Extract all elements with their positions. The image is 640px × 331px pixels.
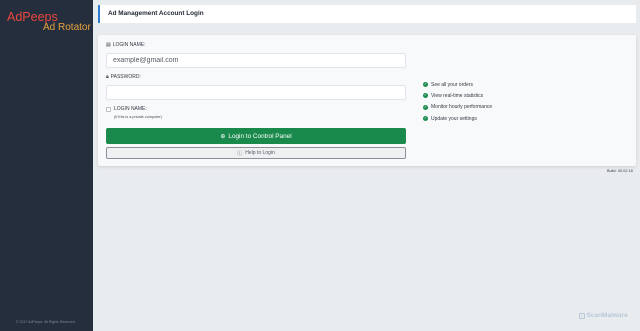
sign-in-icon: ⊕	[220, 133, 226, 140]
login-name-input[interactable]	[106, 53, 406, 68]
watermark: ✓ ScanMalware	[579, 312, 628, 319]
feature-label: Monitor hourly performance	[431, 104, 493, 111]
sidebar-copyright: © 2017 AdPeeps. All Rights Reserved.	[16, 320, 76, 324]
build-version: Build: 00.02.18	[607, 169, 633, 173]
feature-list: ✓ See all your orders ✓ View real-time s…	[423, 79, 492, 124]
feature-label: See all your orders	[431, 81, 473, 88]
scanmalware-logo-icon: ✓	[579, 312, 585, 319]
sidebar: AdPeeps Ad Rotator © 2017 AdPeeps. All R…	[0, 0, 93, 331]
login-name-label: ▤ LOGIN NAME:	[106, 42, 146, 48]
check-circle-icon: ✓	[423, 82, 428, 88]
help-button-label: Help to Login	[245, 150, 275, 156]
login-name-label-text: LOGIN NAME:	[112, 42, 146, 48]
feature-item: ✓ Monitor hourly performance	[423, 102, 492, 113]
build-value: 00.02.18	[618, 169, 633, 173]
feature-label: View real-time statistics	[431, 92, 484, 99]
remember-checkbox-note: (If this is a private computer)	[114, 115, 162, 119]
feature-item: ✓ See all your orders	[423, 79, 492, 90]
check-circle-icon: ✓	[423, 93, 428, 99]
page-header: Ad Management Account Login	[98, 5, 636, 23]
login-panel: ▤ LOGIN NAME: 🔒︎ PASSWORD: LOGIN NAME: (…	[98, 35, 636, 166]
question-circle-icon: ⓘ	[237, 150, 243, 157]
feature-item: ✓ Update your settings	[423, 113, 492, 124]
lock-icon: 🔒︎	[106, 74, 109, 80]
password-label-text: PASSWORD:	[110, 74, 141, 80]
feature-label: Update your settings	[431, 115, 477, 122]
password-label: 🔒︎ PASSWORD:	[106, 74, 141, 80]
watermark-text: ScanMalware	[586, 312, 628, 319]
password-input[interactable]	[106, 85, 406, 100]
logo[interactable]: AdPeeps Ad Rotator	[7, 11, 91, 33]
remember-checkbox[interactable]	[106, 107, 111, 112]
remember-checkbox-label[interactable]: LOGIN NAME:	[114, 106, 147, 112]
login-button-label: Login to Control Panel	[228, 132, 292, 140]
page-title: Ad Management Account Login	[108, 10, 204, 17]
login-button[interactable]: ⊕ Login to Control Panel	[106, 128, 406, 144]
id-card-icon: ▤	[106, 42, 111, 48]
help-button[interactable]: ⓘ Help to Login	[106, 147, 406, 159]
feature-item: ✓ View real-time statistics	[423, 90, 492, 101]
check-circle-icon: ✓	[423, 104, 428, 110]
logo-text-ad-rotator: Ad Rotator	[43, 21, 91, 33]
check-circle-icon: ✓	[423, 116, 428, 122]
build-label: Build:	[607, 169, 617, 173]
